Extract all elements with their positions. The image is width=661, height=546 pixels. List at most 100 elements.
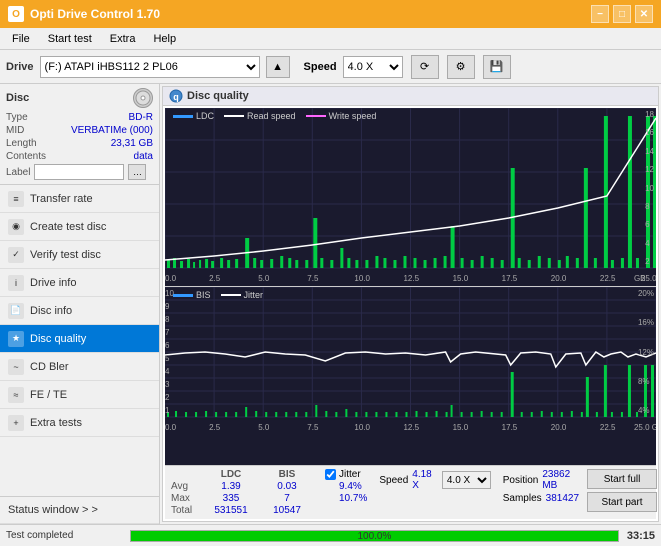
fe-te-icon: ≈ xyxy=(8,387,24,403)
close-button[interactable]: ✕ xyxy=(635,5,653,23)
menu-help[interactable]: Help xyxy=(145,31,184,47)
lower-chart-y-left-5: 5 xyxy=(165,354,174,363)
sidebar-item-transfer-rate[interactable]: ≡ Transfer rate xyxy=(0,185,159,213)
svg-text:22.5: 22.5 xyxy=(600,423,616,432)
legend-write-speed-label: Write speed xyxy=(329,111,377,121)
sidebar-item-label: Transfer rate xyxy=(30,193,93,205)
extra-tests-icon: + xyxy=(8,415,24,431)
sidebar-item-verify-test-disc[interactable]: ✓ Verify test disc xyxy=(0,241,159,269)
content-area: q Disc quality LDC Read xyxy=(160,84,661,524)
legend-bis: BIS xyxy=(173,290,211,300)
sidebar-item-label: Verify test disc xyxy=(30,249,101,261)
lower-chart-y-left-3: 3 xyxy=(165,380,174,389)
svg-text:0.0: 0.0 xyxy=(165,274,177,283)
stats-max-label: Max xyxy=(171,493,201,504)
speed-label-text: Speed xyxy=(379,475,408,486)
disc-label-label: Label xyxy=(6,167,30,178)
lower-chart-y-left-8: 8 xyxy=(165,315,174,324)
stats-max-bis: 7 xyxy=(261,493,313,504)
toolbar-refresh-button[interactable]: ⟳ xyxy=(411,55,439,79)
legend-bis-label: BIS xyxy=(196,290,211,300)
stats-blank xyxy=(171,469,201,480)
start-full-button[interactable]: Start full xyxy=(587,469,657,489)
legend-jitter-label: Jitter xyxy=(244,290,264,300)
sidebar-item-label: Disc info xyxy=(30,305,72,317)
disc-label-input[interactable] xyxy=(34,164,124,180)
progress-bar-container: 100.0% xyxy=(130,530,619,542)
legend-write-speed: Write speed xyxy=(306,111,377,121)
svg-text:25.0 GB: 25.0 GB xyxy=(634,423,656,432)
stats-bis-header: BIS xyxy=(261,469,313,480)
maximize-button[interactable]: □ xyxy=(613,5,631,23)
sidebar-item-fe-te[interactable]: ≈ FE / TE xyxy=(0,381,159,409)
menubar: File Start test Extra Help xyxy=(0,28,661,50)
upper-chart: 0.0 2.5 5.0 7.5 10.0 12.5 15.0 17.5 20.0… xyxy=(165,108,656,283)
sidebar-item-disc-info[interactable]: 📄 Disc info xyxy=(0,297,159,325)
jitter-stats: Jitter 9.4% 10.7% xyxy=(325,469,367,504)
disc-panel: Disc Type BD-R MID VERBATIMe (000) Lengt… xyxy=(0,84,159,185)
cd-bler-icon: ~ xyxy=(8,359,24,375)
sidebar: Disc Type BD-R MID VERBATIMe (000) Lengt… xyxy=(0,84,160,524)
disc-mid-label: MID xyxy=(6,125,24,136)
svg-text:12.5: 12.5 xyxy=(403,423,419,432)
legend-ldc: LDC xyxy=(173,111,214,121)
action-buttons: Start full Start part xyxy=(587,469,657,512)
svg-text:12.5: 12.5 xyxy=(403,274,419,283)
svg-text:10.0: 10.0 xyxy=(354,423,370,432)
disc-quality-icon: ★ xyxy=(8,331,24,347)
stats-total-ldc: 531551 xyxy=(205,505,257,516)
sidebar-item-label: Create test disc xyxy=(30,221,106,233)
progress-text: 100.0% xyxy=(357,531,391,543)
svg-text:17.5: 17.5 xyxy=(502,423,518,432)
disc-length-label: Length xyxy=(6,138,37,149)
disc-contents-label: Contents xyxy=(6,151,46,162)
sidebar-item-disc-quality[interactable]: ★ Disc quality xyxy=(0,325,159,353)
svg-text:7.5: 7.5 xyxy=(307,423,319,432)
svg-text:7.5: 7.5 xyxy=(307,274,319,283)
disc-mid-value: VERBATIMe (000) xyxy=(71,125,153,136)
menu-extra[interactable]: Extra xyxy=(102,31,144,47)
menu-file[interactable]: File xyxy=(4,31,38,47)
statusbar: Test completed 100.0% 33:15 xyxy=(0,524,661,546)
speed-select-stats[interactable]: 4.0 X xyxy=(442,471,491,489)
toolbar-settings-button[interactable]: ⚙ xyxy=(447,55,475,79)
lower-chart-y-right-12: 12% xyxy=(638,348,654,357)
toolbar-save-button[interactable]: 💾 xyxy=(483,55,511,79)
disc-length-value: 23,31 GB xyxy=(111,138,153,149)
stats-max-ldc: 335 xyxy=(205,493,257,504)
drivebar: Drive (F:) ATAPI iHBS112 2 PL06 ▲ Speed … xyxy=(0,50,661,84)
quality-header: q Disc quality xyxy=(163,87,658,106)
lower-chart: 0.0 2.5 5.0 7.5 10.0 12.5 15.0 17.5 20.0… xyxy=(165,287,656,432)
lower-chart-y-left-9: 9 xyxy=(165,302,174,311)
lower-chart-y-right-16: 16% xyxy=(638,318,654,327)
jitter-checkbox[interactable] xyxy=(325,469,336,480)
disc-contents-value: data xyxy=(134,151,153,162)
disc-section-title: Disc xyxy=(6,92,29,104)
lower-chart-y-left-4: 4 xyxy=(165,367,174,376)
svg-text:GB: GB xyxy=(634,274,646,283)
sidebar-item-cd-bler[interactable]: ~ CD Bler xyxy=(0,353,159,381)
jitter-label: Jitter xyxy=(339,469,361,480)
sidebar-item-drive-info[interactable]: i Drive info xyxy=(0,269,159,297)
sidebar-item-extra-tests[interactable]: + Extra tests xyxy=(0,409,159,437)
svg-text:22.5: 22.5 xyxy=(600,274,616,283)
drive-eject-button[interactable]: ▲ xyxy=(266,56,290,78)
legend-jitter: Jitter xyxy=(221,290,264,300)
menu-start-test[interactable]: Start test xyxy=(40,31,100,47)
lower-chart-y-left-7: 7 xyxy=(165,328,174,337)
sidebar-item-status-window[interactable]: Status window > > xyxy=(0,496,159,524)
upper-chart-y-right-6: 6 xyxy=(645,220,654,229)
drive-select[interactable]: (F:) ATAPI iHBS112 2 PL06 xyxy=(40,56,260,78)
sidebar-item-create-test-disc[interactable]: ◉ Create test disc xyxy=(0,213,159,241)
sidebar-item-label: FE / TE xyxy=(30,389,67,401)
disc-label-button[interactable]: … xyxy=(128,164,146,180)
svg-text:5.0: 5.0 xyxy=(258,274,270,283)
minimize-button[interactable]: − xyxy=(591,5,609,23)
speed-select[interactable]: 4.0 X xyxy=(343,56,403,78)
titlebar: O Opti Drive Control 1.70 − □ ✕ xyxy=(0,0,661,28)
stats-avg-label: Avg xyxy=(171,481,201,492)
start-part-button[interactable]: Start part xyxy=(587,492,657,512)
disc-type-label: Type xyxy=(6,112,28,123)
drive-label: Drive xyxy=(6,61,34,73)
svg-text:0.0: 0.0 xyxy=(165,423,177,432)
